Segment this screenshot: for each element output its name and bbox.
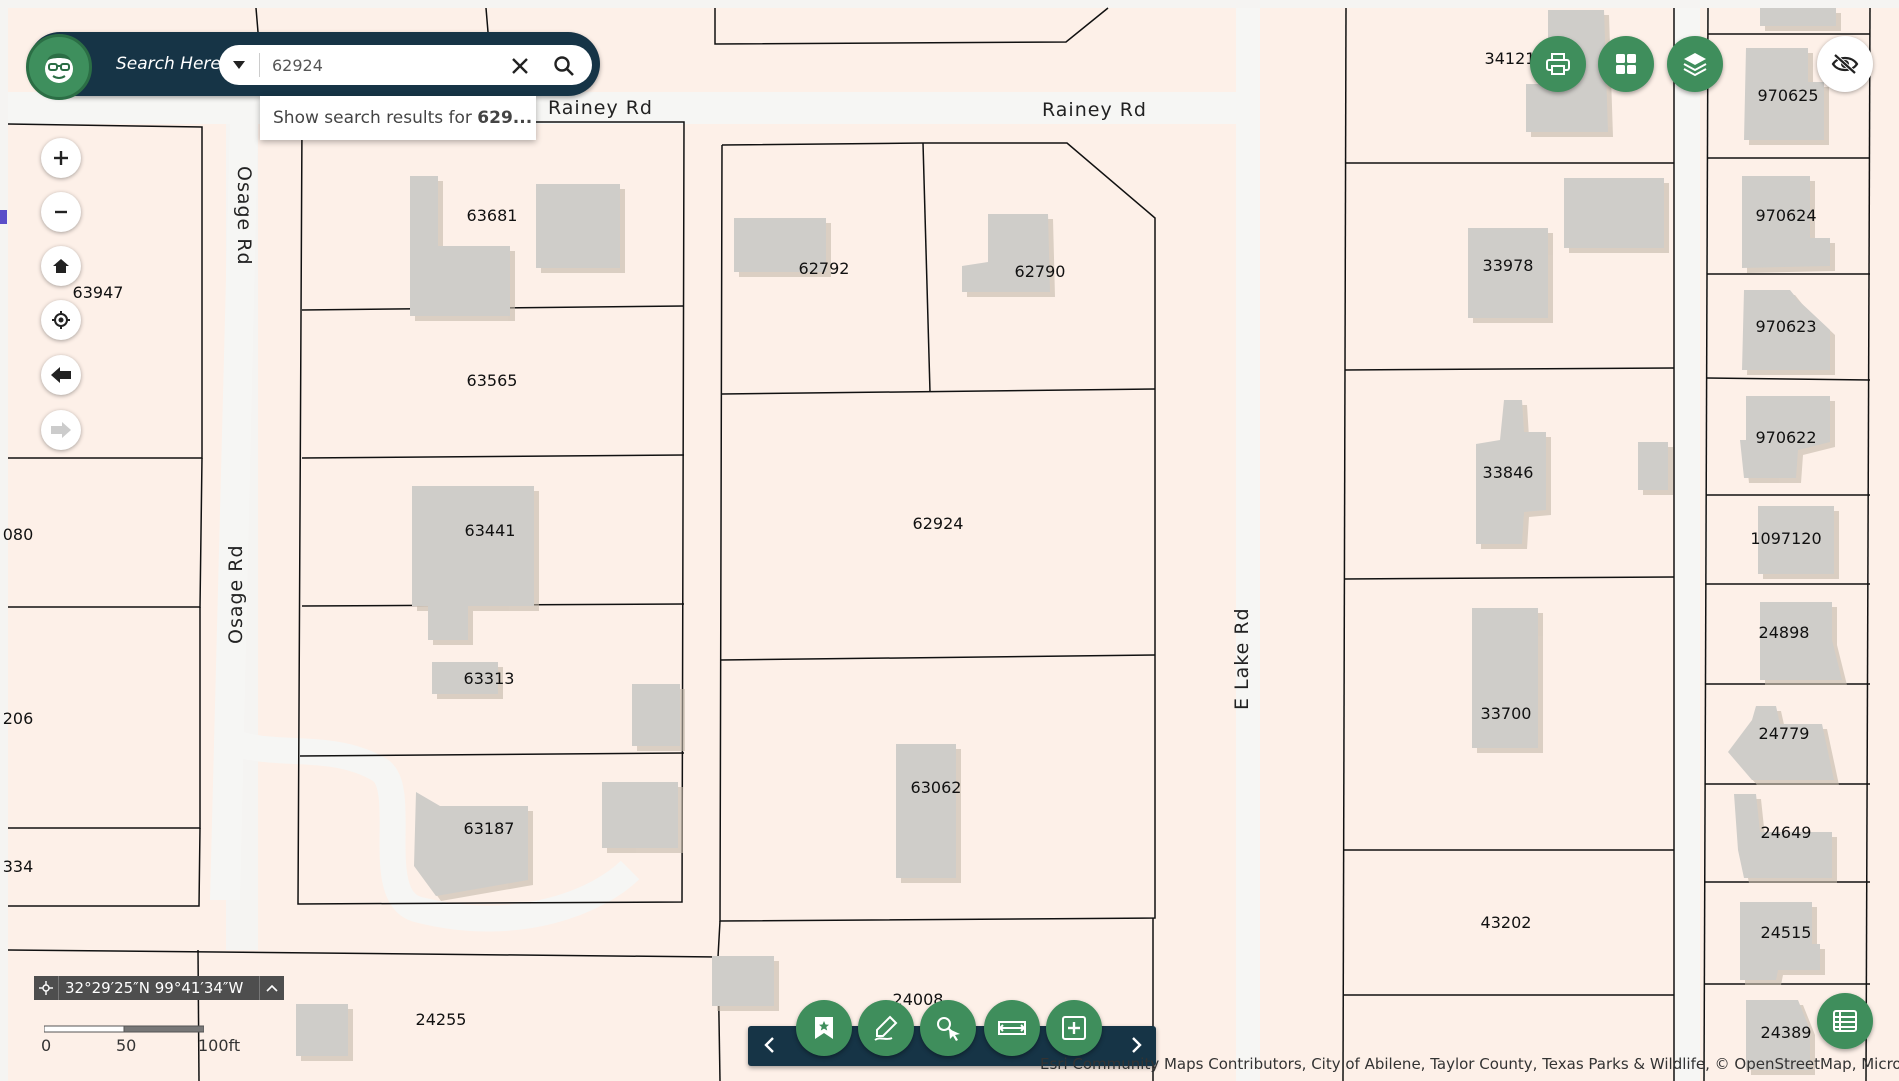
chevron-right-icon [1132, 1037, 1142, 1053]
bookmark-icon [815, 1017, 833, 1039]
road-label-e-lake-rd: E Lake Rd [1231, 607, 1253, 710]
parcel-label: 63313 [464, 669, 515, 688]
home-button[interactable] [41, 246, 81, 286]
measure-button[interactable] [984, 1000, 1040, 1056]
parcel-label: 24255 [416, 1010, 467, 1029]
parcel-label: 1097120 [1750, 529, 1821, 548]
map-canvas[interactable]: Rainey Rd Rainey Rd Osage Rd Osage Rd E … [0, 0, 1899, 1081]
print-button[interactable] [1530, 36, 1586, 92]
parcel-label: 63062 [911, 778, 962, 797]
scale-label-0: 0 [41, 1036, 52, 1055]
print-icon [1546, 53, 1570, 75]
attribute-table-button[interactable] [1817, 993, 1873, 1049]
attribute-table-icon [1833, 1010, 1857, 1032]
search-button[interactable] [547, 49, 581, 83]
parcel-label: 63565 [467, 371, 518, 390]
layers-button[interactable] [1667, 36, 1723, 92]
identify-pointer-icon [937, 1017, 960, 1041]
crosshair-icon[interactable] [34, 976, 59, 1000]
parcel-label: 24779 [1759, 724, 1810, 743]
parcel-label: 63441 [465, 521, 516, 540]
chevron-up-icon[interactable] [259, 976, 284, 1000]
map-attribution: Esri Community Maps Contributors, City o… [1040, 1055, 1899, 1073]
parcel-label: 970623 [1755, 317, 1816, 336]
hide-eye-icon [1831, 53, 1859, 75]
toggle-visibility-button[interactable] [1817, 36, 1873, 92]
parcel-label: 63681 [467, 206, 518, 225]
zoom-in-icon [54, 151, 68, 165]
parcel-label: 34121 [1485, 49, 1536, 68]
parcel-label: 24898 [1759, 623, 1810, 642]
locate-button[interactable] [41, 300, 81, 340]
layers-icon [1683, 53, 1707, 77]
parcel-label: 62790 [1015, 262, 1066, 281]
caret-down-icon [233, 61, 245, 69]
coordinate-readout: 32°29′25″N 99°41′34″W [34, 976, 284, 1000]
scale-bar [44, 1025, 204, 1033]
close-icon [512, 58, 528, 74]
parcel-label: 33846 [1483, 463, 1534, 482]
parcel-label: 970625 [1757, 86, 1818, 105]
forward-button[interactable] [41, 410, 81, 450]
basemap-grid-icon [1616, 54, 1636, 74]
suggestion-term: 629... [477, 108, 533, 128]
measure-icon [998, 1021, 1026, 1035]
zoom-out-icon [55, 210, 67, 214]
forward-arrow-icon [51, 422, 71, 438]
edge-marker [0, 210, 7, 224]
draw-button[interactable] [858, 1000, 914, 1056]
back-arrow-icon [51, 367, 71, 383]
home-icon [53, 259, 69, 273]
search-label: Search Here: [116, 54, 227, 74]
back-button[interactable] [41, 355, 81, 395]
road-label-osage-rd: Osage Rd [233, 166, 255, 266]
parcel-label: 970622 [1755, 428, 1816, 447]
parcel-label: 33978 [1483, 256, 1534, 275]
scale-label-50: 50 [116, 1036, 137, 1055]
road-label-rainey-rd: Rainey Rd [1042, 99, 1147, 121]
parcel-label: 62792 [799, 259, 850, 278]
search-dropdown-button[interactable] [219, 45, 259, 85]
toolbar-prev-button[interactable] [754, 1030, 784, 1060]
parcel-label: 334 [3, 857, 34, 876]
nerd-face-logo[interactable] [26, 34, 92, 100]
parcel-label: 43202 [1481, 913, 1532, 932]
draw-pen-icon [874, 1015, 898, 1041]
road-label-osage-rd: Osage Rd [225, 544, 247, 644]
parcel-label: 24649 [1761, 823, 1812, 842]
add-data-icon [1062, 1016, 1086, 1040]
add-data-button[interactable] [1046, 1000, 1102, 1056]
parcel-label: 63187 [464, 819, 515, 838]
parcel-label: 206 [3, 709, 34, 728]
clear-search-button[interactable] [503, 49, 537, 83]
basemap-button[interactable] [1598, 36, 1654, 92]
parcel-label: 62924 [913, 514, 964, 533]
zoom-in-button[interactable] [41, 138, 81, 178]
scale-label-100ft: 100ft [198, 1036, 241, 1055]
chevron-left-icon [764, 1037, 774, 1053]
search-divider [259, 53, 260, 77]
coordinate-text: 32°29′25″N 99°41′34″W [65, 979, 244, 997]
search-input[interactable] [270, 47, 504, 83]
search-suggestion[interactable]: Show search results for 629... [260, 96, 536, 140]
search-icon [554, 56, 574, 76]
parcel-label: 24515 [1761, 923, 1812, 942]
parcel-label: 63947 [73, 283, 124, 302]
suggestion-prefix: Show search results for [273, 108, 478, 128]
parcel-label: 24389 [1761, 1023, 1812, 1042]
parcel-label: 970624 [1755, 206, 1816, 225]
parcel-label: 080 [3, 525, 34, 544]
identify-button[interactable] [920, 1000, 976, 1056]
bookmark-button[interactable] [796, 1000, 852, 1056]
zoom-out-button[interactable] [41, 192, 81, 232]
road-label-rainey-rd: Rainey Rd [548, 97, 653, 119]
parcel-label: 33700 [1481, 704, 1532, 723]
locate-icon [52, 311, 70, 329]
